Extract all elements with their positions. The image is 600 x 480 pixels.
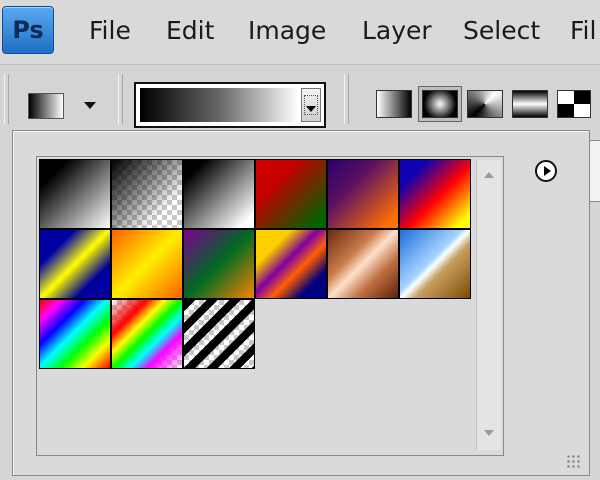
- resize-grip-icon[interactable]: [566, 454, 582, 470]
- menu-select[interactable]: Select: [463, 16, 540, 45]
- options-divider: [118, 74, 123, 124]
- current-gradient-swatch[interactable]: [140, 88, 298, 122]
- linear-gradient-button[interactable]: [376, 90, 412, 118]
- diamond-gradient-button[interactable]: [557, 90, 591, 118]
- flyout-menu-arrow-icon[interactable]: [535, 160, 557, 182]
- options-bar-grip[interactable]: [4, 74, 9, 124]
- angle-gradient-button[interactable]: [467, 90, 503, 118]
- gradient-preset-violet-orange[interactable]: [327, 159, 399, 229]
- gradient-preset-blue-red-yellow[interactable]: [399, 159, 471, 229]
- gradient-preset-foreground-to-background[interactable]: [39, 159, 111, 229]
- gradient-preset-violet-green-orange[interactable]: [183, 229, 255, 299]
- gradient-preset-copper[interactable]: [327, 229, 399, 299]
- gradient-preset-fill: [112, 300, 182, 368]
- gradient-preset-spectrum[interactable]: [39, 299, 111, 369]
- gradient-picker-dropdown-button[interactable]: [301, 88, 321, 122]
- gradient-preset-red-green[interactable]: [255, 159, 327, 229]
- menu-edit[interactable]: Edit: [166, 16, 214, 45]
- scroll-up-arrow-icon[interactable]: [484, 172, 494, 178]
- gradient-tool-preset-icon[interactable]: [28, 93, 64, 119]
- gradient-preset-blue-yellow-blue[interactable]: [39, 229, 111, 299]
- gradient-preset-black-white[interactable]: [183, 159, 255, 229]
- presets-scrollbar[interactable]: [476, 160, 501, 450]
- gradient-preset-orange-yellow-orange[interactable]: [111, 229, 183, 299]
- scroll-down-arrow-icon[interactable]: [484, 430, 494, 436]
- gradient-preset-chrome[interactable]: [399, 229, 471, 299]
- gradient-preset-fill: [184, 300, 254, 368]
- gradient-preset-transparent-rainbow[interactable]: [111, 299, 183, 369]
- gradient-preset-foreground-to-transparent[interactable]: [111, 159, 183, 229]
- tool-preset-dropdown-icon[interactable]: [84, 102, 96, 109]
- menu-layer[interactable]: Layer: [362, 16, 432, 45]
- options-divider: [344, 74, 349, 124]
- gradient-editor-field[interactable]: [134, 82, 326, 128]
- gradient-preset-fill: [112, 160, 182, 228]
- reflected-gradient-button[interactable]: [512, 90, 548, 118]
- gradient-preset-transparent-stripes[interactable]: [183, 299, 255, 369]
- radial-gradient-button[interactable]: [422, 90, 458, 118]
- gradient-preset-yellow-violet-orange-blue[interactable]: [255, 229, 327, 299]
- photoshop-logo[interactable]: Ps: [2, 6, 54, 54]
- menu-bar: Ps File Edit Image Layer Select Fil: [0, 0, 600, 64]
- menu-image[interactable]: Image: [248, 16, 326, 45]
- gradient-presets-list: [36, 156, 504, 456]
- menu-filter[interactable]: Fil: [570, 16, 596, 45]
- menu-file[interactable]: File: [89, 16, 131, 45]
